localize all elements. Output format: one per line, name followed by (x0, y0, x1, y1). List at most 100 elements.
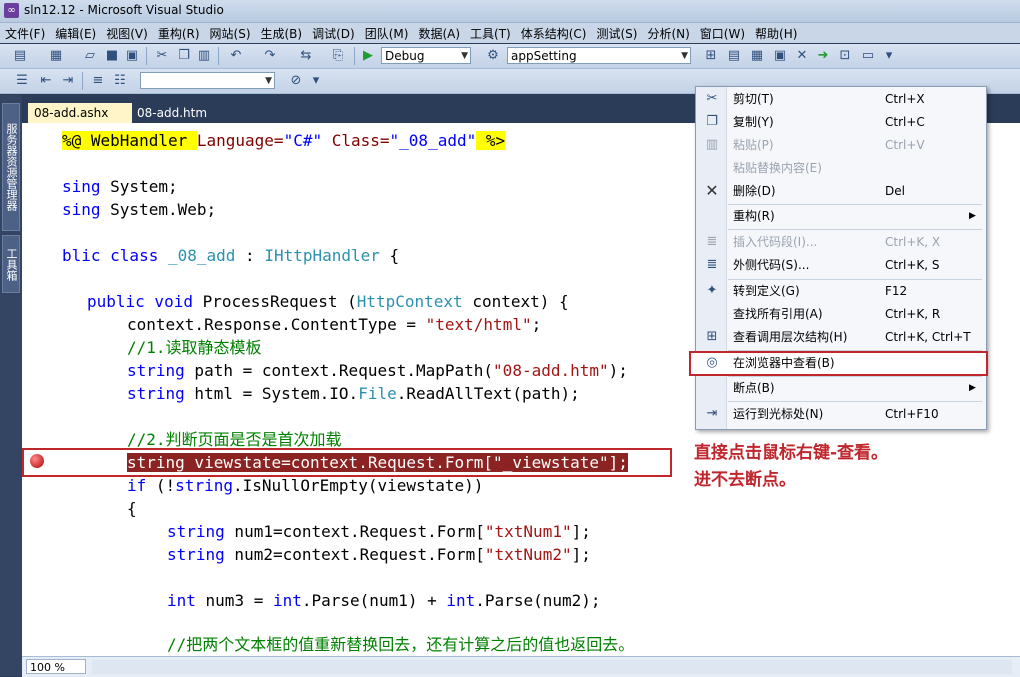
menu-window[interactable]: 窗口(W) (695, 25, 750, 42)
menu-item-cut[interactable]: ✂ 剪切(T) Ctrl+X (696, 88, 986, 111)
toolbox-tab[interactable]: 工具箱 (2, 235, 20, 293)
paste-icon[interactable]: ▥ (196, 48, 212, 64)
code-line: string path = context.Request.MapPath("0… (127, 361, 628, 380)
annotation-line: 直接点击鼠标右键-查看。 (694, 443, 889, 463)
toolbar-options-icon[interactable]: ▾ (881, 48, 897, 64)
breakpoint-icon[interactable] (30, 454, 44, 468)
menu-architecture[interactable]: 体系结构(C) (516, 25, 592, 42)
menu-item-refactor[interactable]: 重构(R) ▶ (696, 205, 986, 228)
delete-icon: ✕ (705, 181, 719, 200)
properties-window-icon[interactable]: ▤ (726, 48, 742, 64)
menu-item-run-to-cursor[interactable]: ⇥ 运行到光标处(N) Ctrl+F10 (696, 403, 986, 426)
chevron-down-icon: ▼ (681, 51, 688, 61)
comment-icon[interactable]: ☰ (14, 73, 30, 89)
menu-help[interactable]: 帮助(H) (750, 25, 802, 42)
toolbox-icon[interactable]: ▣ (772, 48, 788, 64)
visual-studio-icon: ∞ (4, 3, 19, 18)
chevron-down-icon: ▼ (461, 51, 468, 61)
uncomment-icon[interactable]: ☷ (112, 73, 128, 89)
code-line: if (!string.IsNullOrEmpty(viewstate)) (127, 476, 484, 495)
call-hierarchy-icon: ⊞ (706, 329, 718, 344)
menu-edit[interactable]: 编辑(E) (50, 25, 101, 42)
menu-debug[interactable]: 调试(D) (307, 25, 360, 42)
menu-item-delete[interactable]: ✕ 删除(D) Del (696, 180, 986, 203)
configuration-value: Debug (385, 49, 425, 63)
save-icon[interactable]: ■ (104, 48, 120, 64)
code-line: string num1=context.Request.Form["txtNum… (167, 522, 591, 541)
indent-increase-icon[interactable]: ⇥ (60, 73, 76, 89)
wrench-icon[interactable]: ✕ (794, 48, 810, 64)
menu-team[interactable]: 团队(M) (360, 25, 414, 42)
menu-file[interactable]: 文件(F) (0, 25, 50, 42)
code-line: int num3 = int.Parse(num1) + int.Parse(n… (167, 591, 601, 610)
menu-item-insert-snippet[interactable]: ≣ 插入代码段(I)... Ctrl+K, X (696, 231, 986, 254)
submenu-arrow-icon: ▶ (969, 211, 976, 221)
window-title: sln12.12 - Microsoft Visual Studio (24, 3, 224, 17)
extension-icon[interactable]: ⊡ (837, 48, 853, 64)
snippet-icon: ≣ (706, 234, 718, 249)
menu-refactor[interactable]: 重构(R) (153, 25, 205, 42)
menu-test[interactable]: 测试(S) (591, 25, 642, 42)
paste-icon: ▥ (705, 137, 719, 152)
toolbar-separator (218, 47, 219, 65)
validation-icon[interactable]: ⊘ (288, 73, 304, 89)
horizontal-scrollbar[interactable] (92, 660, 1012, 674)
indicator-margin[interactable] (22, 123, 56, 656)
server-explorer-tab[interactable]: 服务器资源管理器 (2, 103, 20, 231)
menu-item-go-to-definition[interactable]: ✦ 转到定义(G) F12 (696, 280, 986, 303)
menu-analyze[interactable]: 分析(N) (642, 25, 694, 42)
submenu-arrow-icon: ▶ (969, 383, 976, 393)
standard-toolbar: ▤ ▦ ▱ ■ ▣ ✂ ❐ ▥ ↶ ↷ ⇆ ⎘ ▶ Debug ▼ ⚙ appS… (0, 44, 1020, 69)
copy-icon[interactable]: ❐ (176, 48, 192, 64)
breakpoint-annotation-box (22, 448, 672, 477)
object-browser-icon[interactable]: ▦ (749, 48, 765, 64)
toolbar-options-icon[interactable]: ▾ (308, 73, 324, 89)
properties-icon[interactable]: ⚙ (485, 48, 501, 64)
menu-view[interactable]: 视图(V) (101, 25, 153, 42)
menu-item-surround-with[interactable]: ≣ 外侧代码(S)... Ctrl+K, S (696, 254, 986, 277)
code-line: context.Response.ContentType = "text/htm… (127, 315, 542, 334)
menu-tools[interactable]: 工具(T) (465, 25, 516, 42)
menu-item-paste-alternate[interactable]: 粘贴替换内容(E) (696, 157, 986, 180)
menu-item-view-call-hierarchy[interactable]: ⊞ 查看调用层次结构(H) Ctrl+K, Ctrl+T (696, 326, 986, 349)
zoom-select[interactable]: 100 % (26, 659, 86, 674)
tab-08-add-htm[interactable]: 08-add.htm (131, 103, 241, 123)
menu-item-find-all-references[interactable]: 查找所有引用(A) Ctrl+K, R (696, 303, 986, 326)
menu-item-copy[interactable]: ❐ 复制(Y) Ctrl+C (696, 111, 986, 134)
menu-item-paste[interactable]: ▥ 粘贴(P) Ctrl+V (696, 134, 986, 157)
command-window-icon[interactable]: ▭ (860, 48, 876, 64)
cut-icon[interactable]: ✂ (154, 48, 170, 64)
menu-build[interactable]: 生成(B) (256, 25, 308, 42)
start-debug-icon[interactable]: ▶ (360, 48, 376, 64)
indent-decrease-icon[interactable]: ⇤ (38, 73, 54, 89)
code-line: public void ProcessRequest (HttpContext … (87, 292, 569, 311)
menu-website[interactable]: 网站(S) (205, 25, 256, 42)
menu-separator (728, 229, 982, 230)
add-item-icon[interactable]: ▦ (48, 48, 64, 64)
find-icon[interactable]: ⎘ (330, 48, 346, 64)
code-line: sing System.Web; (62, 200, 217, 219)
align-icon[interactable]: ≡ (90, 73, 106, 89)
start-page-icon[interactable]: ➜ (815, 48, 831, 64)
code-comment: //把两个文本框的值重新替换回去，还有计算之后的值也返回去。 (167, 635, 635, 654)
title-bar: ∞ sln12.12 - Microsoft Visual Studio (0, 0, 1020, 23)
menu-separator (728, 350, 982, 351)
browser-icon: ◎ (706, 355, 718, 370)
annotation-note: 直接点击鼠标右键-查看。 进不去断点。 (694, 440, 888, 494)
solution-explorer-icon[interactable]: ⊞ (703, 48, 719, 64)
find-combo[interactable]: appSetting ▼ (507, 47, 691, 64)
menu-item-breakpoint[interactable]: 断点(B) ▶ (696, 377, 986, 400)
menu-item-view-in-browser[interactable]: ◎ 在浏览器中查看(B) (689, 351, 988, 376)
code-line: blic class _08_add : IHttpHandler { (62, 246, 400, 265)
new-project-icon[interactable]: ▤ (12, 48, 28, 64)
tab-08-add-ashx[interactable]: 08-add.ashx (28, 103, 132, 123)
redo-icon[interactable]: ↷ (262, 48, 278, 64)
configuration-select[interactable]: Debug ▼ (381, 47, 471, 64)
code-line: string html = System.IO.File.ReadAllText… (127, 384, 580, 403)
undo-icon[interactable]: ↶ (228, 48, 244, 64)
save-all-icon[interactable]: ▣ (124, 48, 140, 64)
navigate-icon[interactable]: ⇆ (298, 48, 314, 64)
open-file-icon[interactable]: ▱ (82, 48, 98, 64)
menu-data[interactable]: 数据(A) (413, 25, 465, 42)
html-target-select[interactable]: ▼ (140, 72, 275, 89)
